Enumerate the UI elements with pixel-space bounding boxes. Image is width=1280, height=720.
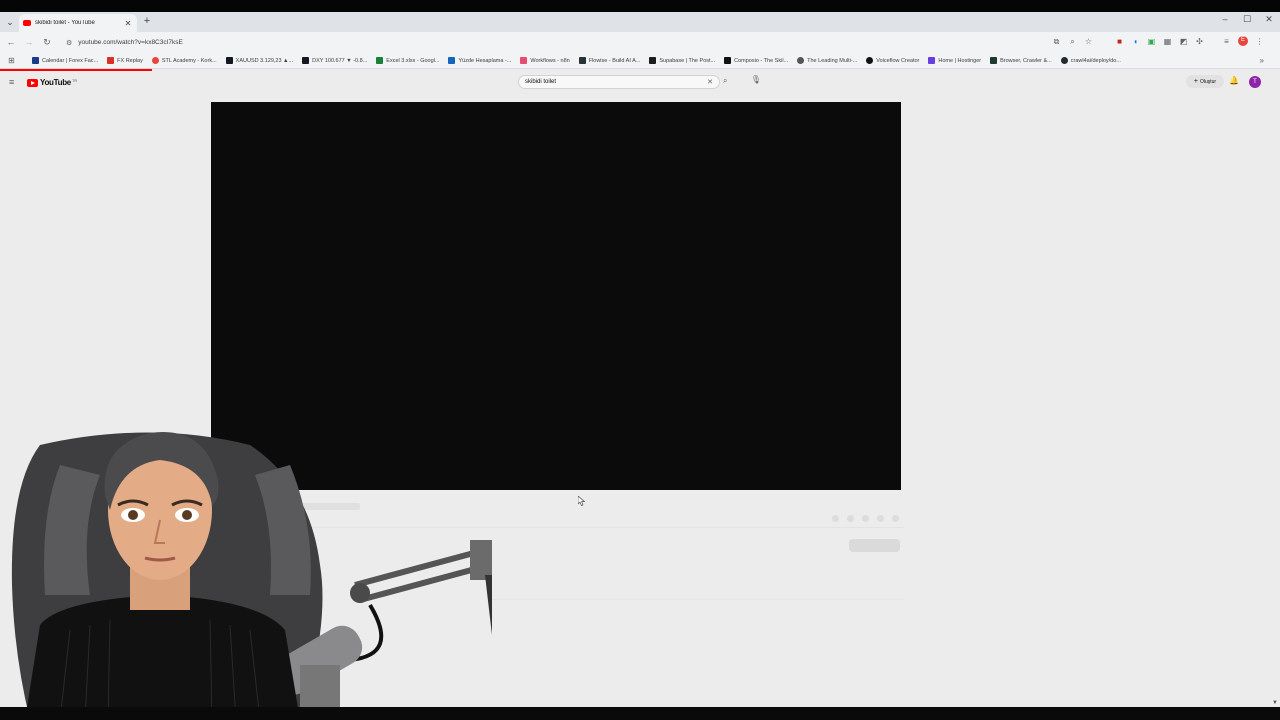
skeleton-action bbox=[892, 515, 899, 522]
bookmark-favicon-icon bbox=[578, 57, 586, 64]
bookmark-favicon-icon bbox=[797, 57, 805, 64]
bookmark-favicon-icon bbox=[107, 57, 115, 64]
bookmark-item[interactable]: Excel 3.xlsx - Googl... bbox=[376, 57, 439, 64]
bookmark-item[interactable]: Flowise - Build AI A... bbox=[578, 57, 640, 64]
address-url: youtube.com/watch?v=kx8C3cI7ksE bbox=[78, 39, 183, 46]
skeleton-action bbox=[862, 515, 869, 522]
youtube-logo[interactable]: YouTube TR bbox=[27, 78, 77, 87]
create-button[interactable]: + Oluştur bbox=[1186, 75, 1224, 88]
navigation-bar: ← → ↻ ⚙ youtube.com/watch?v=kx8C3cI7ksE … bbox=[0, 32, 1280, 53]
bookmark-item[interactable]: FX Replay bbox=[107, 57, 143, 64]
maximize-icon[interactable]: ☐ bbox=[1242, 14, 1252, 25]
streamer-avatar-overlay bbox=[11, 431, 492, 720]
back-icon[interactable]: ← bbox=[5, 36, 17, 48]
bookmark-item[interactable]: The Leading Multi-... bbox=[797, 57, 857, 64]
bookmark-favicon-icon bbox=[928, 57, 936, 64]
reload-icon[interactable]: ↻ bbox=[41, 36, 53, 48]
tab-close-icon[interactable]: ✕ bbox=[123, 19, 133, 28]
bookmark-item[interactable]: XAUUSD 3.129,23 ▲... bbox=[225, 57, 293, 64]
bookmark-favicon-icon bbox=[724, 57, 732, 64]
tab-search-chevron-icon[interactable]: ⌄ bbox=[4, 16, 16, 28]
scroll-down-icon[interactable]: ▼ bbox=[1272, 700, 1278, 706]
bookmark-item[interactable]: Composio - The Skil... bbox=[724, 57, 788, 64]
skeleton-action bbox=[832, 515, 839, 522]
bookmark-item[interactable]: Yüzde Hesaplama -... bbox=[448, 57, 511, 64]
install-app-icon[interactable]: ⧉ bbox=[1052, 37, 1061, 46]
skeleton-action bbox=[847, 515, 854, 522]
skeleton-subscribe bbox=[849, 539, 900, 552]
search-input[interactable]: skibidi toilet ✕ bbox=[518, 75, 720, 89]
new-tab-button[interactable]: + bbox=[141, 15, 153, 27]
bookmark-item[interactable]: Workflows - n8n bbox=[520, 57, 570, 64]
extension-tab-icon[interactable]: ◩ bbox=[1179, 37, 1188, 46]
notifications-bell-icon[interactable]: 🔔 bbox=[1229, 76, 1239, 85]
screen-top-edge bbox=[0, 0, 1280, 12]
mouse-cursor-icon bbox=[578, 496, 586, 506]
microphone-icon[interactable]: 🎙 bbox=[750, 75, 762, 87]
bookmark-favicon-icon bbox=[32, 57, 39, 64]
bookmark-item[interactable]: Home | Hostinger bbox=[928, 57, 981, 64]
address-bar[interactable]: ⚙ youtube.com/watch?v=kx8C3cI7ksE bbox=[60, 35, 1100, 50]
minimize-icon[interactable]: – bbox=[1220, 14, 1230, 25]
bookmarks-overflow-icon[interactable]: » bbox=[1260, 56, 1264, 65]
window-close-icon[interactable]: ✕ bbox=[1264, 14, 1274, 25]
plus-icon: + bbox=[1193, 78, 1198, 85]
media-control-icon[interactable]: ≡ bbox=[1222, 37, 1231, 46]
bookmark-favicon-icon bbox=[990, 57, 998, 64]
bookmark-item[interactable]: DXY 100.677 ▼ -0.8... bbox=[302, 57, 367, 64]
bookmark-favicon-icon bbox=[376, 57, 384, 64]
forward-icon[interactable]: → bbox=[23, 36, 35, 48]
bookmark-favicon-icon bbox=[302, 57, 310, 64]
search-icon[interactable]: ⌕ bbox=[723, 76, 727, 86]
skeleton-action bbox=[877, 515, 884, 522]
account-avatar[interactable]: T bbox=[1249, 76, 1261, 88]
bookmark-favicon-icon bbox=[151, 57, 159, 64]
bookmark-item[interactable]: Supabase | The Post... bbox=[649, 57, 715, 64]
bookmark-item[interactable]: crawl4ai/deploy/do... bbox=[1060, 57, 1121, 64]
search-query: skibidi toilet bbox=[525, 79, 557, 85]
profile-avatar[interactable]: E bbox=[1238, 36, 1248, 46]
divider bbox=[492, 599, 904, 600]
bookmark-favicon-icon bbox=[225, 57, 233, 64]
extension-grid-icon[interactable]: ▦ bbox=[1163, 37, 1172, 46]
youtube-favicon-icon bbox=[23, 20, 31, 26]
bookmark-star-icon[interactable]: ☆ bbox=[1084, 37, 1093, 46]
extensions-puzzle-icon[interactable]: ✣ bbox=[1195, 37, 1204, 46]
tab-active[interactable]: skibidi toilet - YouTube ✕ bbox=[19, 14, 137, 32]
tab-title: skibidi toilet - YouTube bbox=[35, 20, 95, 26]
browser-menu-icon[interactable]: ⋮ bbox=[1255, 37, 1264, 46]
zoom-icon[interactable]: ⌕ bbox=[1068, 37, 1077, 46]
bookmark-item[interactable]: Voiceflow Creator bbox=[866, 57, 919, 64]
screen-bottom-edge bbox=[0, 707, 1280, 720]
extension-audio-icon[interactable]: ◖ bbox=[1131, 37, 1140, 46]
site-info-icon[interactable]: ⚙ bbox=[66, 39, 72, 47]
hamburger-menu-icon[interactable]: ≡ bbox=[9, 77, 14, 87]
bookmarks-bar: ⊞ Calendar | Forex Fac... FX Replay STL … bbox=[0, 53, 1280, 69]
bookmark-item[interactable]: Calendar | Forex Fac... bbox=[32, 57, 98, 64]
bookmark-item[interactable]: STL Academy - Kork... bbox=[151, 57, 217, 64]
page-load-progress bbox=[0, 69, 152, 71]
tab-strip: ⌄ skibidi toilet - YouTube ✕ + – ☐ ✕ bbox=[0, 12, 1280, 32]
extension-green-icon[interactable]: ▣ bbox=[1147, 37, 1156, 46]
bookmark-item[interactable]: Browser, Crawler &... bbox=[990, 57, 1052, 64]
extension-red-icon[interactable]: ■ bbox=[1115, 37, 1124, 46]
apps-grid-icon[interactable]: ⊞ bbox=[8, 56, 22, 65]
bookmark-favicon-icon bbox=[520, 57, 528, 64]
clear-search-icon[interactable]: ✕ bbox=[707, 78, 713, 86]
github-icon bbox=[1060, 57, 1068, 64]
bookmark-favicon-icon bbox=[649, 57, 657, 64]
bookmark-favicon-icon bbox=[448, 57, 456, 64]
youtube-play-icon bbox=[27, 78, 38, 87]
bookmark-favicon-icon bbox=[866, 57, 874, 64]
